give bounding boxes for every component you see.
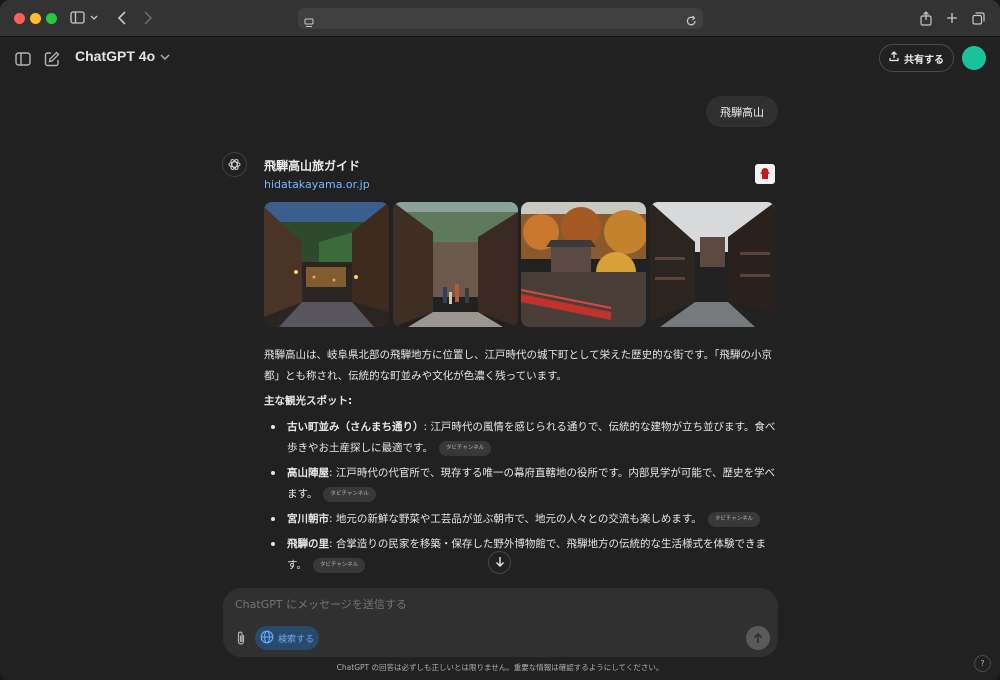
spot-name: 高山陣屋 bbox=[287, 467, 329, 479]
gallery-photo-tourist-street[interactable] bbox=[393, 202, 518, 327]
user-message: 飛騨高山 bbox=[706, 96, 778, 127]
page-menu-icon[interactable] bbox=[304, 13, 314, 32]
spot-name: 古い町並み（さんまち通り） bbox=[287, 421, 424, 433]
help-button[interactable]: ? bbox=[974, 655, 991, 672]
disclaimer-text: ChatGPT の回答は必ずしも正しいとは限りません。重要な情報は確認するように… bbox=[336, 663, 664, 672]
image-gallery bbox=[264, 202, 775, 327]
list-item: 飛騨の里: 合掌造りの民家を移築・保存した野外博物館で、飛騨地方の伝統的な生活様… bbox=[264, 534, 779, 576]
share-sheet-icon[interactable] bbox=[918, 8, 934, 28]
source-title[interactable]: 飛騨高山旅ガイド bbox=[264, 157, 360, 174]
new-tab-icon[interactable] bbox=[944, 8, 960, 28]
upload-icon bbox=[889, 51, 899, 65]
chevron-down-icon bbox=[160, 48, 170, 64]
message-input[interactable] bbox=[235, 598, 735, 611]
paperclip-icon[interactable] bbox=[233, 628, 249, 648]
model-name-label: ChatGPT 4o bbox=[75, 48, 156, 64]
spot-desc: : 地元の新鮮な野菜や工芸品が並ぶ朝市で、地元の人々との交流も楽しめます。 bbox=[329, 513, 702, 525]
message-composer: 検索する bbox=[223, 588, 778, 657]
gallery-photo-quiet-street[interactable] bbox=[650, 202, 775, 327]
search-toggle-button[interactable]: 検索する bbox=[255, 626, 319, 650]
close-window-button[interactable] bbox=[14, 13, 25, 24]
minimize-window-button[interactable] bbox=[30, 13, 41, 24]
citation-chip[interactable]: タビチャンネル bbox=[323, 486, 376, 502]
arrow-up-icon bbox=[753, 629, 763, 648]
address-bar[interactable] bbox=[298, 8, 703, 29]
sidebar-panel-icon[interactable] bbox=[13, 49, 33, 69]
back-icon[interactable] bbox=[115, 8, 129, 28]
arrow-down-icon bbox=[495, 553, 505, 572]
list-item: 宮川朝市: 地元の新鮮な野菜や工芸品が並ぶ朝市で、地元の人々との交流も楽しめます… bbox=[264, 509, 779, 530]
response-intro: 飛騨高山は、岐阜県北部の飛騨地方に位置し、江戸時代の城下町として栄えた歴史的な街… bbox=[264, 349, 772, 382]
citation-chip[interactable]: タビチャンネル bbox=[707, 511, 761, 527]
gallery-photo-red-bridge[interactable] bbox=[521, 202, 646, 327]
spot-name: 宮川朝市 bbox=[287, 513, 329, 525]
citation-chip[interactable]: タビチャンネル bbox=[438, 440, 492, 456]
gallery-photo-night-street[interactable] bbox=[264, 202, 389, 327]
share-button-label: 共有する bbox=[904, 54, 944, 66]
sidebar-toggle-icon[interactable] bbox=[70, 8, 98, 28]
search-toggle-label: 検索する bbox=[277, 634, 314, 645]
app-header: ChatGPT 4o 共有する bbox=[0, 37, 1000, 81]
reload-icon[interactable] bbox=[686, 12, 697, 31]
chatgpt-logo-icon bbox=[222, 152, 247, 177]
globe-icon bbox=[260, 630, 274, 647]
share-button[interactable]: 共有する bbox=[879, 44, 954, 72]
new-chat-icon[interactable] bbox=[42, 49, 62, 69]
list-item: 高山陣屋: 江戸時代の代官所で、現存する唯一の幕府直轄地の役所です。内部見学が可… bbox=[264, 463, 779, 505]
scroll-to-bottom-button[interactable] bbox=[488, 551, 511, 574]
citation-chip[interactable]: タビチャンネル bbox=[312, 557, 366, 573]
forward-icon[interactable] bbox=[141, 8, 155, 28]
browser-window: ChatGPT 4o 共有する 飛騨高山 飛騨高山旅ガイド hidatakaya… bbox=[0, 0, 1000, 680]
tab-overview-icon[interactable] bbox=[970, 8, 986, 28]
model-selector[interactable]: ChatGPT 4o bbox=[75, 48, 170, 64]
zoom-window-button[interactable] bbox=[46, 13, 57, 24]
send-button[interactable] bbox=[746, 626, 770, 650]
browser-titlebar bbox=[0, 0, 1000, 37]
source-favicon-icon[interactable] bbox=[755, 164, 775, 184]
list-item: 古い町並み（さんまち通り）: 江戸時代の風情を感じられる通りで、伝統的な建物が立… bbox=[264, 417, 779, 459]
avatar[interactable] bbox=[962, 46, 986, 70]
spots-list: 古い町並み（さんまち通り）: 江戸時代の風情を感じられる通りで、伝統的な建物が立… bbox=[264, 417, 779, 580]
source-link[interactable]: hidatakayama.or.jp bbox=[264, 178, 370, 191]
spot-name: 飛騨の里 bbox=[287, 538, 329, 550]
spots-heading: 主な観光スポット: bbox=[264, 395, 353, 407]
